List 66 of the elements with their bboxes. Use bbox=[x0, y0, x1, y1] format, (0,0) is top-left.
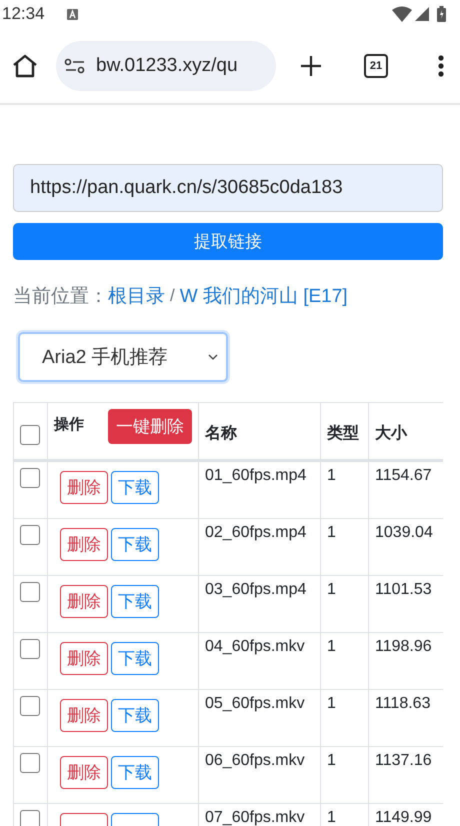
row-checkbox[interactable] bbox=[20, 639, 40, 659]
file-size: 1154.67 bbox=[375, 467, 432, 484]
row-checkbox[interactable] bbox=[20, 753, 40, 773]
download-button[interactable]: 下载 bbox=[111, 585, 159, 618]
select-all-checkbox[interactable] bbox=[20, 425, 40, 445]
file-name: 01_60fps.mp4 bbox=[205, 467, 306, 484]
download-button[interactable]: 下载 bbox=[111, 528, 159, 561]
breadcrumb-link[interactable]: W 我们的河山 [E17] bbox=[180, 283, 348, 309]
file-size: 1039.04 bbox=[375, 524, 433, 541]
status-time: 12:34 bbox=[2, 4, 45, 24]
column-header: 大小 bbox=[375, 425, 407, 442]
column-header: 名称 bbox=[205, 425, 237, 442]
row-checkbox[interactable] bbox=[20, 696, 40, 716]
address-bar[interactable]: bw.01233.xyz/qu bbox=[56, 40, 276, 90]
row-checkbox[interactable] bbox=[20, 582, 40, 602]
file-type: 1 bbox=[327, 752, 336, 769]
file-type: 1 bbox=[327, 809, 336, 826]
file-type: 1 bbox=[327, 695, 336, 712]
column-header: 操作 bbox=[54, 415, 84, 434]
link-input-field[interactable]: https://pan.quark.cn/s/30685c0da183 bbox=[13, 164, 443, 212]
new-tab-icon[interactable] bbox=[300, 54, 322, 76]
column-header: 类型 bbox=[327, 425, 359, 442]
delete-button[interactable]: 删除 bbox=[60, 471, 108, 504]
breadcrumb-link[interactable]: 根目录 bbox=[108, 283, 165, 309]
bulk-delete-button[interactable]: 一键删除 bbox=[108, 409, 192, 444]
download-button[interactable]: 下载 bbox=[111, 756, 159, 789]
file-name: 06_60fps.mkv bbox=[205, 752, 305, 769]
file-size: 1101.53 bbox=[375, 581, 432, 598]
file-name: 04_60fps.mkv bbox=[205, 638, 305, 655]
download-button[interactable]: 下载 bbox=[111, 642, 159, 675]
delete-button[interactable]: 删除 bbox=[60, 585, 108, 618]
row-checkbox[interactable] bbox=[20, 468, 40, 488]
site-settings-icon[interactable] bbox=[64, 58, 86, 74]
home-icon[interactable] bbox=[12, 54, 38, 78]
file-size: 1198.96 bbox=[375, 638, 432, 655]
location-label: 当前位置： bbox=[13, 285, 108, 309]
delete-button[interactable]: 删除 bbox=[60, 528, 108, 561]
delete-button[interactable]: 删除 bbox=[60, 699, 108, 732]
row-checkbox[interactable] bbox=[20, 525, 40, 545]
extract-button[interactable]: 提取链接 bbox=[13, 223, 443, 260]
delete-button[interactable]: 删除 bbox=[60, 642, 108, 675]
download-button[interactable]: 下载 bbox=[111, 699, 159, 732]
file-type: 1 bbox=[327, 638, 336, 655]
file-type: 1 bbox=[327, 467, 336, 484]
breadcrumb-separator: / bbox=[170, 286, 175, 306]
url-text: bw.01233.xyz/qu bbox=[96, 54, 238, 76]
download-button[interactable]: 下载 bbox=[111, 471, 159, 504]
file-type: 1 bbox=[327, 581, 336, 598]
file-name: 05_60fps.mkv bbox=[205, 695, 305, 712]
notification-icon bbox=[66, 8, 78, 20]
downloader-select[interactable]: Aria2 手机推荐 bbox=[18, 332, 228, 382]
file-name: 03_60fps.mp4 bbox=[205, 581, 306, 598]
battery-icon bbox=[437, 6, 446, 22]
signal-icon bbox=[415, 7, 429, 21]
file-size: 1149.99 bbox=[375, 809, 432, 826]
file-size: 1137.16 bbox=[375, 752, 432, 769]
chevron-down-icon bbox=[208, 354, 218, 360]
file-name: 07_60fps.mkv bbox=[205, 809, 305, 826]
menu-icon[interactable] bbox=[438, 54, 444, 76]
row-checkbox[interactable] bbox=[20, 810, 40, 826]
delete-button[interactable]: 删除 bbox=[60, 756, 108, 789]
tab-count-button[interactable]: 21 bbox=[364, 54, 388, 78]
file-name: 02_60fps.mp4 bbox=[205, 524, 306, 541]
wifi-icon bbox=[392, 6, 412, 22]
file-type: 1 bbox=[327, 524, 336, 541]
file-size: 1118.63 bbox=[375, 695, 430, 712]
